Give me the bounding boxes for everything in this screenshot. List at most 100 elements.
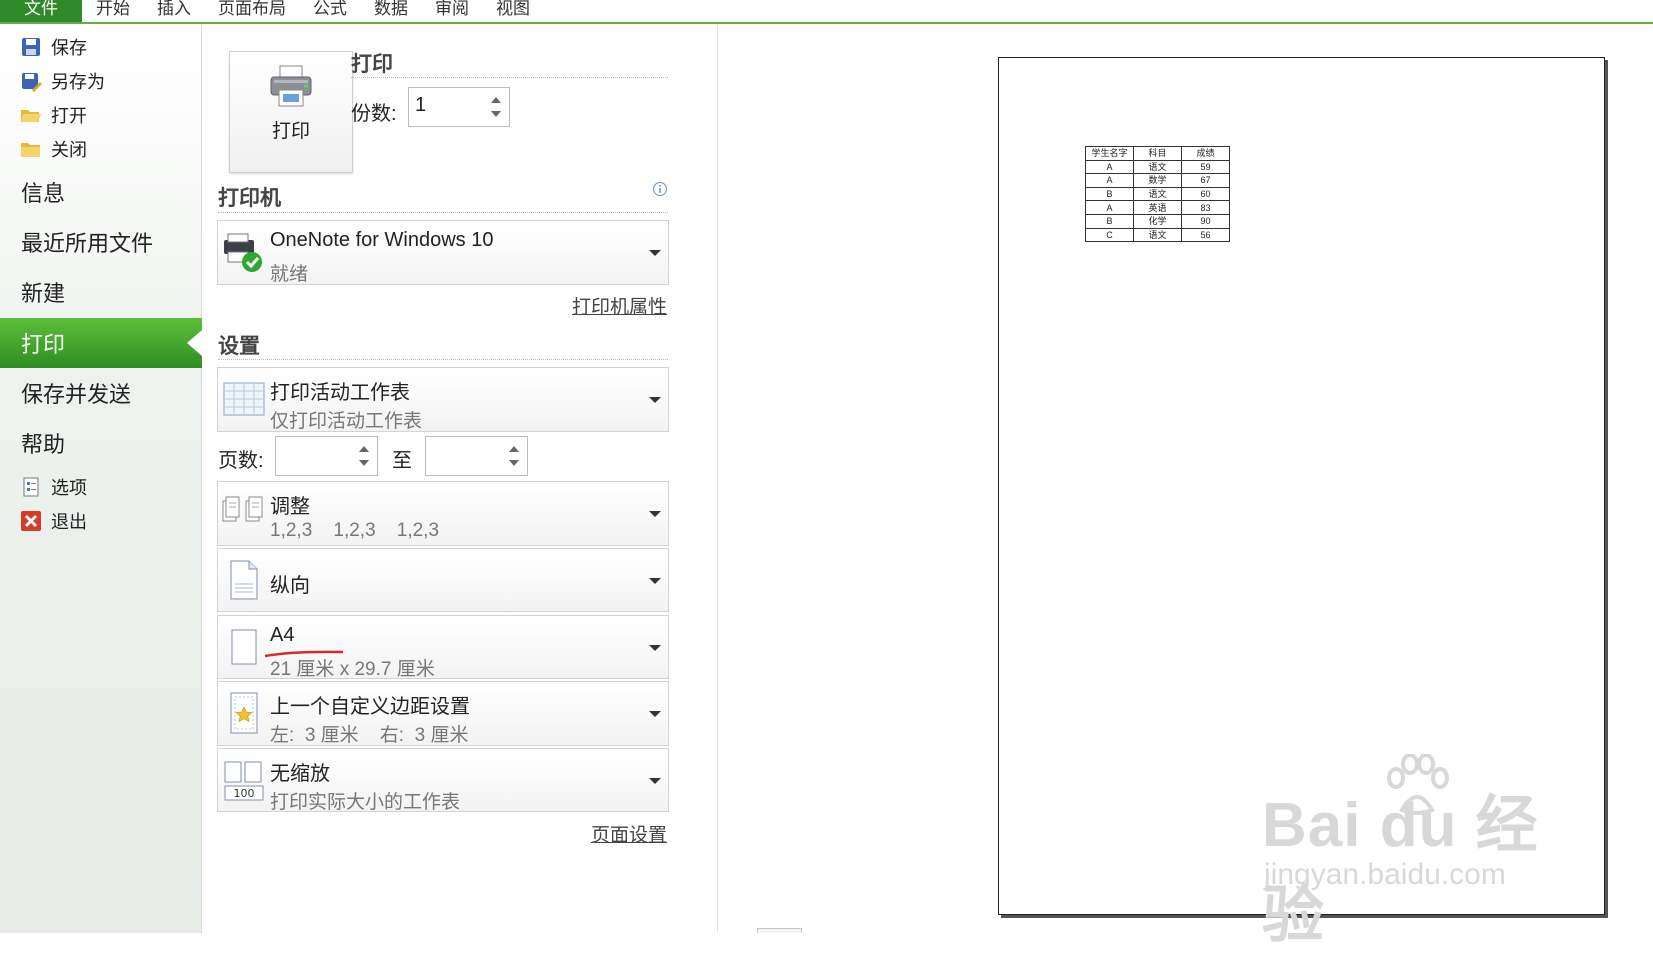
print-button[interactable]: 打印: [229, 51, 353, 173]
spin-down-icon[interactable]: [491, 111, 501, 117]
tab-data[interactable]: 数据: [374, 0, 408, 22]
table-cell: A: [1085, 173, 1134, 188]
chevron-down-icon: [649, 711, 661, 717]
tab-page-layout[interactable]: 页面布局: [218, 0, 286, 22]
chevron-down-icon: [649, 778, 661, 784]
table-cell: 67: [1181, 173, 1230, 188]
nav-options-label: 选项: [51, 478, 87, 498]
tab-insert[interactable]: 插入: [157, 0, 191, 22]
nav-close-label: 关闭: [51, 140, 87, 160]
nav-save-send[interactable]: 保存并发送: [0, 368, 202, 418]
scaling-dropdown[interactable]: 100 无缩放 打印实际大小的工作表: [217, 748, 669, 813]
nav-open[interactable]: 打开: [20, 100, 190, 130]
table-row: C 语文 56: [1085, 227, 1230, 243]
spin-up-icon[interactable]: [509, 446, 519, 452]
tab-view[interactable]: 视图: [496, 0, 530, 22]
pages-label: 页数:: [218, 450, 264, 472]
nav-exit-label: 退出: [51, 512, 87, 532]
print-what-desc: 仅打印活动工作表: [270, 411, 423, 432]
chevron-down-icon: [649, 250, 661, 256]
table-row: B 语文 60: [1085, 186, 1230, 202]
table-cell: C: [1085, 227, 1134, 243]
nav-save-as[interactable]: 另存为: [20, 66, 190, 96]
nav-new[interactable]: 新建: [0, 267, 202, 317]
print-what-dropdown[interactable]: 打印活动工作表 仅打印活动工作表: [217, 367, 669, 432]
printer-name: OneNote for Windows 10: [270, 229, 494, 251]
nav-recent[interactable]: 最近所用文件: [0, 217, 202, 267]
chevron-down-icon: [649, 397, 661, 403]
print-settings-panel: 打印 打印 份数: 1 打印机 OneNote for Windows 10 就…: [203, 24, 718, 933]
margins-dropdown[interactable]: 上一个自定义边距设置 左: 3 厘米 右: 3 厘米: [217, 681, 669, 746]
table-cell: 90: [1181, 213, 1230, 229]
table-cell: 数学: [1133, 173, 1182, 188]
printer-icon: [268, 64, 314, 113]
margins-desc: 左: 3 厘米 右: 3 厘米: [270, 725, 469, 746]
table-cell: 语文: [1133, 159, 1182, 175]
divider: [218, 212, 668, 213]
nav-help[interactable]: 帮助: [0, 418, 202, 468]
spin-down-icon[interactable]: [359, 460, 369, 466]
paper-size-title: A4: [270, 624, 295, 646]
pages-from-spinner[interactable]: [275, 436, 378, 476]
spin-down-icon[interactable]: [509, 460, 519, 466]
nav-save[interactable]: 保存: [20, 32, 190, 62]
nav-options[interactable]: 选项: [20, 472, 190, 502]
paper-size-dropdown[interactable]: A4 21 厘米 x 29.7 厘米: [217, 615, 669, 680]
nav-exit[interactable]: 退出: [20, 506, 190, 536]
tab-review[interactable]: 审阅: [435, 0, 469, 22]
collate-title: 调整: [270, 496, 310, 518]
settings-section-title: 设置: [218, 335, 260, 358]
collate-dropdown[interactable]: 调整 1,2,3 1,2,3 1,2,3: [217, 481, 669, 546]
table-cell: 语文: [1133, 186, 1182, 202]
nav-close[interactable]: 关闭: [20, 134, 190, 164]
table-header-row: 学生名字 科目 成绩: [1085, 146, 1230, 161]
orientation-dropdown[interactable]: 纵向: [217, 548, 669, 612]
ribbon-tab-bar: 文件 开始 插入 页面布局 公式 数据 审阅 视图: [0, 0, 1653, 24]
spin-up-icon[interactable]: [359, 446, 369, 452]
red-underline-annotation: [263, 646, 347, 664]
no-scaling-icon: 100: [222, 758, 266, 802]
spin-up-icon[interactable]: [491, 97, 501, 103]
table-header-cell: 学生名字: [1085, 146, 1134, 161]
table-cell: B: [1085, 186, 1134, 202]
printer-dropdown[interactable]: OneNote for Windows 10 就绪: [217, 220, 669, 285]
copies-spinner[interactable]: 1: [408, 87, 510, 127]
table-cell: A: [1085, 159, 1134, 175]
table-cell: 语文: [1133, 227, 1182, 243]
baidu-watermark: Bai du 经验 jingyan.baidu.com: [1262, 753, 1562, 950]
close-folder-icon: [20, 138, 42, 160]
divider: [218, 359, 668, 360]
nav-info[interactable]: 信息: [0, 167, 202, 217]
divider: [351, 77, 668, 78]
pages-to-label: 至: [392, 450, 412, 472]
page-setup-link[interactable]: 页面设置: [591, 820, 667, 847]
scaling-desc: 打印实际大小的工作表: [270, 792, 461, 813]
pages-to-spinner[interactable]: [425, 436, 528, 476]
save-as-icon: [20, 70, 42, 92]
print-what-title: 打印活动工作表: [270, 382, 410, 404]
print-section-title: 打印: [351, 53, 393, 76]
table-row: A 英语 83: [1085, 200, 1230, 215]
open-folder-icon: [20, 104, 42, 126]
table-header-cell: 科目: [1133, 146, 1182, 161]
printer-status: 就绪: [270, 264, 309, 285]
tab-formulas[interactable]: 公式: [313, 0, 347, 22]
backstage-nav: 保存 另存为 打开 关闭 信息 最近所用文件 新建 打印 保存并发送 帮助 选项…: [0, 24, 202, 933]
chevron-down-icon: [649, 578, 661, 584]
table-cell: B: [1085, 213, 1134, 229]
nav-save-as-label: 另存为: [51, 72, 105, 92]
table-row: B 化学 90: [1085, 213, 1230, 229]
custom-margins-icon: [222, 691, 266, 735]
tab-file[interactable]: 文件: [0, 0, 82, 22]
preview-scrollbar[interactable]: [757, 928, 802, 933]
info-icon[interactable]: [652, 181, 668, 202]
table-header-cell: 成绩: [1181, 146, 1230, 161]
tab-home[interactable]: 开始: [96, 0, 130, 22]
table-cell: 56: [1181, 227, 1230, 243]
nav-open-label: 打开: [51, 106, 87, 126]
chevron-down-icon: [649, 511, 661, 517]
table-cell: 60: [1181, 186, 1230, 202]
printer-section-title: 打印机: [218, 187, 281, 210]
nav-print[interactable]: 打印: [0, 318, 202, 368]
printer-properties-link[interactable]: 打印机属性: [572, 292, 667, 319]
